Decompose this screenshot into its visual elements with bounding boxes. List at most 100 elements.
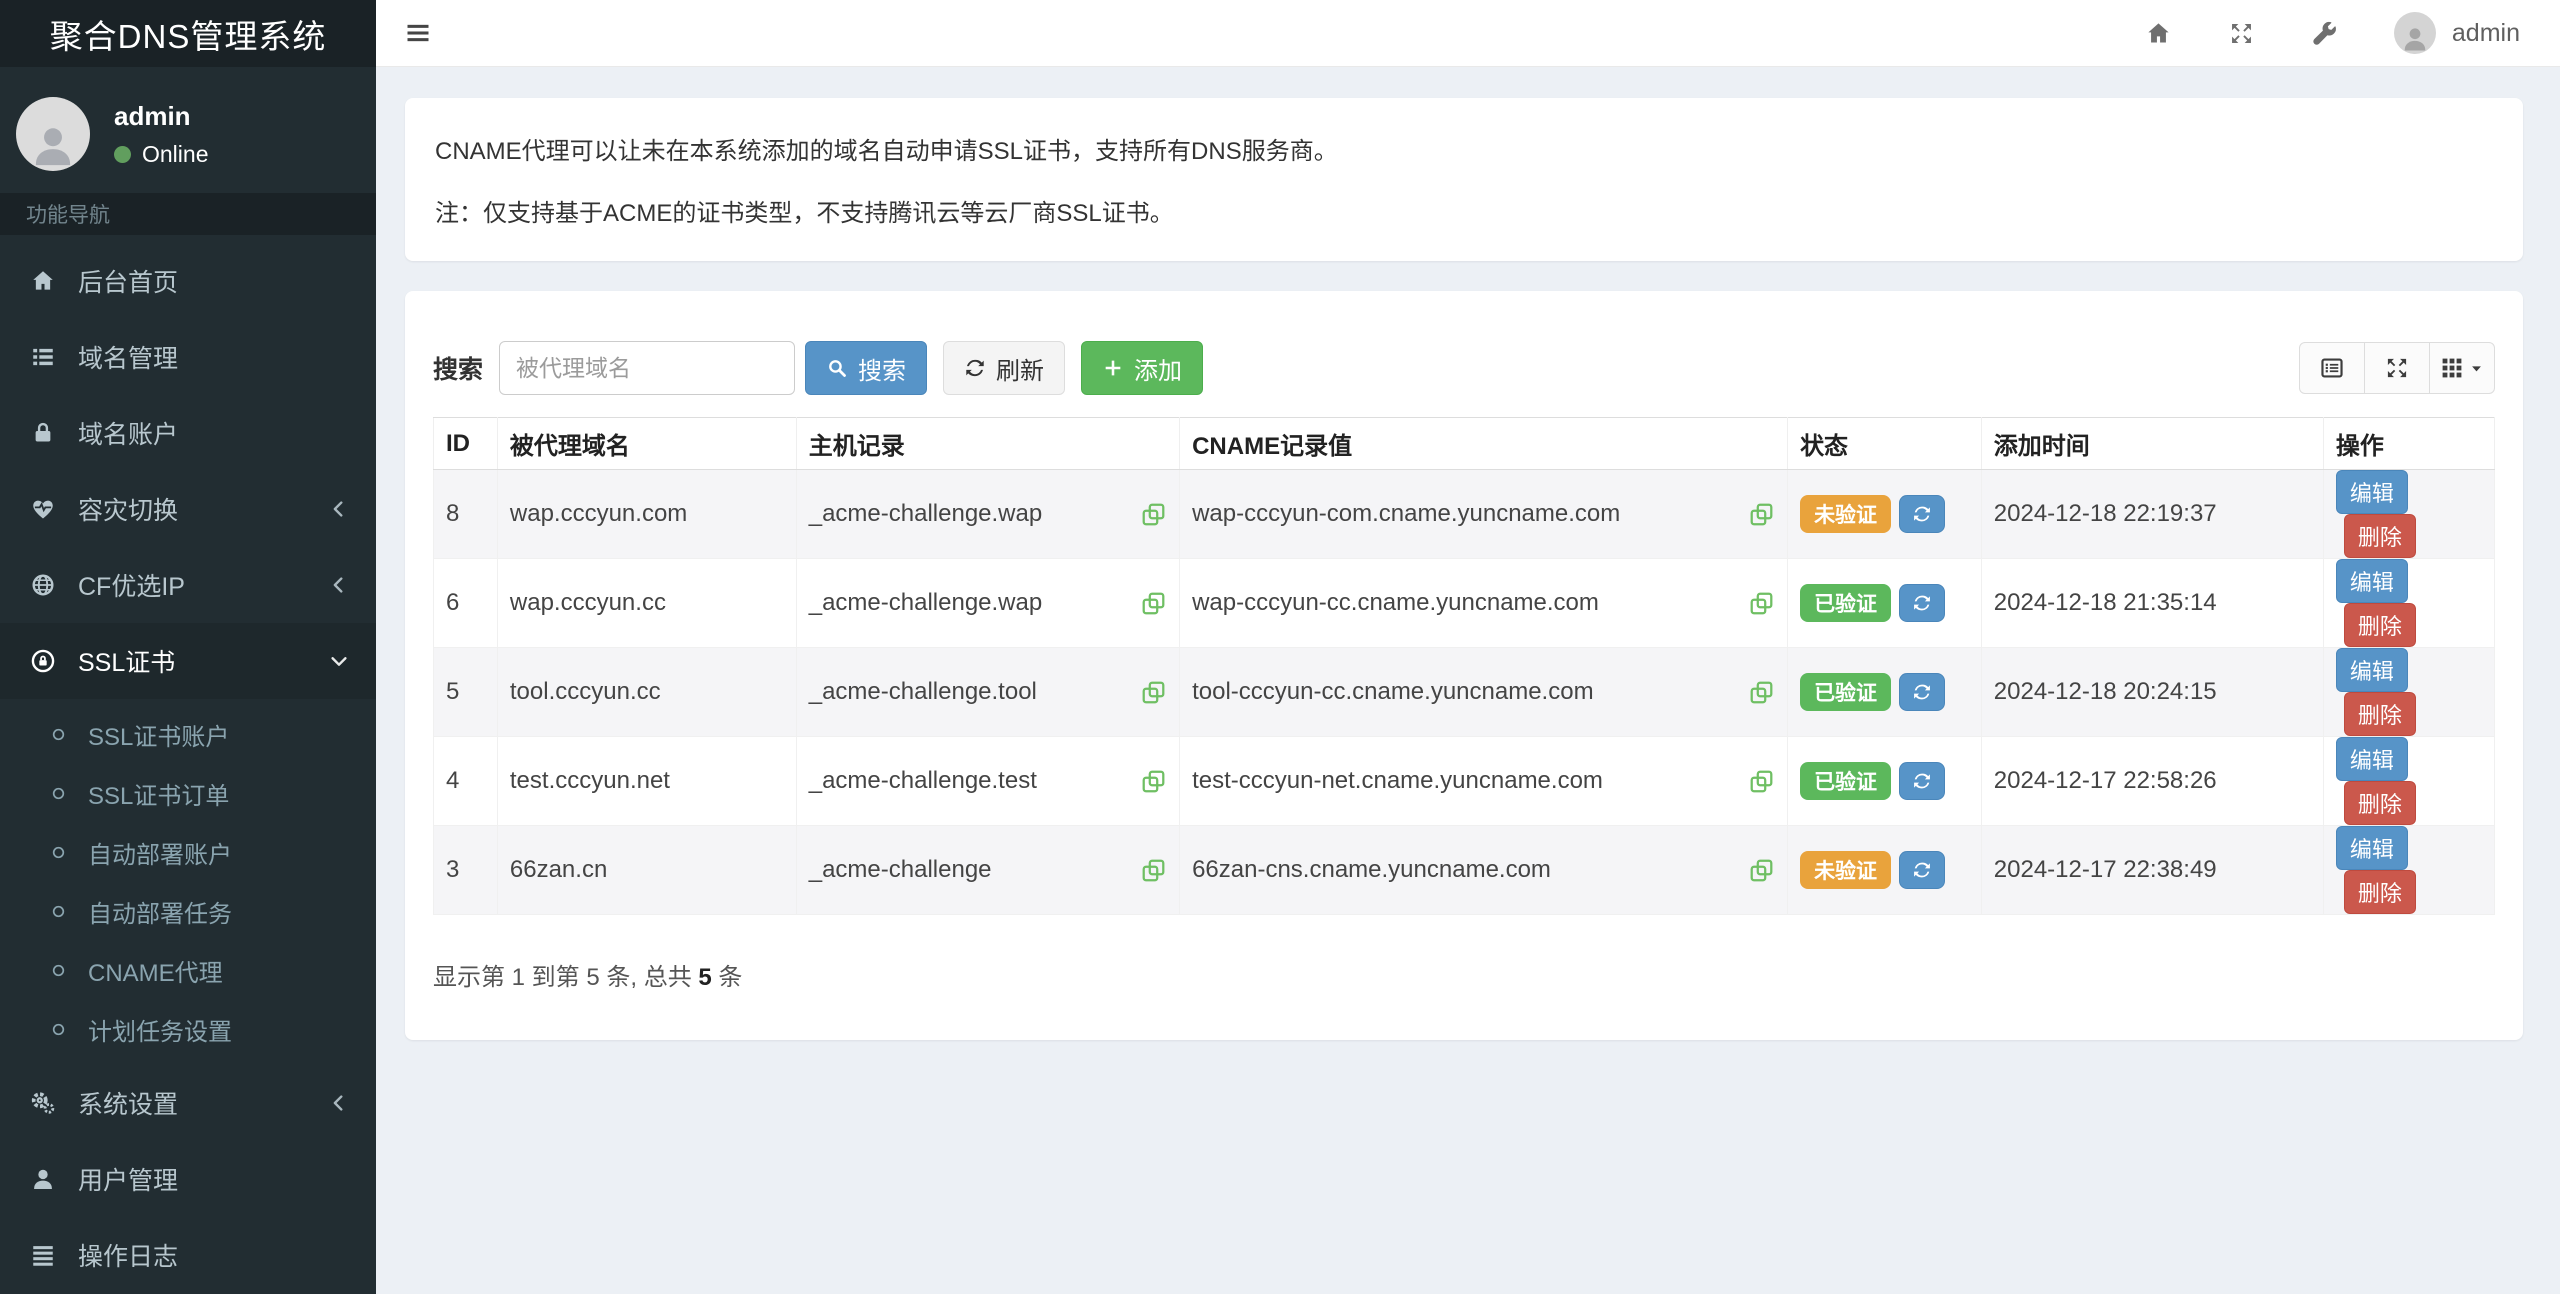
copy-button[interactable] xyxy=(1140,857,1167,884)
pagination-summary: 显示第 1 到第 5 条, 总共 5 条 xyxy=(433,957,2495,992)
sidebar-toggle-button[interactable] xyxy=(404,19,432,47)
avatar xyxy=(16,97,90,171)
search-button[interactable]: 搜索 xyxy=(805,341,928,395)
cell-domain: test.cccyun.net xyxy=(496,736,797,826)
add-button[interactable]: 添加 xyxy=(1081,341,1204,395)
copy-button[interactable] xyxy=(1140,679,1167,706)
list-icon xyxy=(26,344,60,370)
avatar xyxy=(2393,12,2436,54)
status-refresh-button[interactable] xyxy=(1899,851,1946,889)
copy-button[interactable] xyxy=(1140,768,1167,795)
cell-cname: wap-cccyun-cc.cname.yuncname.com xyxy=(1192,589,1599,616)
delete-button[interactable]: 删除 xyxy=(2343,514,2416,558)
sidebar-item-user-management[interactable]: 用户管理 xyxy=(0,1141,376,1217)
table-card: 搜索 搜索 刷新 添加 xyxy=(405,291,2523,1040)
copy-icon xyxy=(1748,501,1775,528)
refresh-icon xyxy=(1912,771,1932,791)
sidebar-item-ssl-accounts[interactable]: SSL证书账户 xyxy=(0,705,376,764)
cell-host: _acme-challenge.wap xyxy=(808,589,1043,616)
sidebar-item-domains[interactable]: 域名管理 xyxy=(0,319,376,395)
sidebar-menu: 后台首页 域名管理 域名账户 容灾切换 CF优选IP SSL证书 SSL证书账户… xyxy=(0,235,376,1293)
sidebar-item-dashboard[interactable]: 后台首页 xyxy=(0,243,376,319)
edit-button[interactable]: 编辑 xyxy=(2335,648,2408,692)
lock-icon xyxy=(26,420,60,446)
home-button[interactable] xyxy=(2145,20,2172,47)
copy-button[interactable] xyxy=(1140,590,1167,617)
table-toolbar: 搜索 搜索 刷新 添加 xyxy=(433,341,2495,395)
cell-id: 4 xyxy=(433,736,498,826)
copy-button[interactable] xyxy=(1748,768,1775,795)
fullscreen-button[interactable] xyxy=(2228,20,2255,47)
sidebar-item-deploy-accounts[interactable]: 自动部署账户 xyxy=(0,823,376,882)
topbar-username: admin xyxy=(2451,18,2520,47)
sidebar-item-label: 域名管理 xyxy=(78,345,179,373)
status-refresh-button[interactable] xyxy=(1899,495,1946,533)
copy-button[interactable] xyxy=(1748,501,1775,528)
sidebar-item-deploy-tasks[interactable]: 自动部署任务 xyxy=(0,882,376,941)
sidebar-item-cron-settings[interactable]: 计划任务设置 xyxy=(0,1000,376,1059)
table-fullscreen-button[interactable] xyxy=(2364,342,2430,394)
edit-button[interactable]: 编辑 xyxy=(2335,737,2408,781)
gears-icon xyxy=(26,1090,60,1116)
caret-down-icon xyxy=(2469,361,2484,376)
cell-domain: tool.cccyun.cc xyxy=(496,647,797,737)
edit-button[interactable]: 编辑 xyxy=(2335,826,2408,870)
sidebar-item-domain-accounts[interactable]: 域名账户 xyxy=(0,395,376,471)
user-icon xyxy=(26,1166,60,1192)
sidebar-item-failover[interactable]: 容灾切换 xyxy=(0,471,376,547)
cell-host: _acme-challenge.test xyxy=(808,767,1037,794)
detail-view-button[interactable] xyxy=(2299,342,2365,394)
delete-button[interactable]: 删除 xyxy=(2343,603,2416,647)
copy-button[interactable] xyxy=(1748,679,1775,706)
cell-domain: wap.cccyun.com xyxy=(496,469,797,559)
sidebar-section-header: 功能导航 xyxy=(0,193,376,235)
refresh-icon xyxy=(1912,682,1932,702)
delete-button[interactable]: 删除 xyxy=(2343,781,2416,825)
cell-time: 2024-12-18 21:35:14 xyxy=(1980,558,2324,648)
user-status-label: Online xyxy=(142,140,209,167)
sidebar-item-label: SSL证书账户 xyxy=(88,724,230,751)
sidebar-item-system-settings[interactable]: 系统设置 xyxy=(0,1065,376,1141)
copy-icon xyxy=(1748,768,1775,795)
sidebar-item-cf-ip[interactable]: CF优选IP xyxy=(0,547,376,623)
delete-button[interactable]: 删除 xyxy=(2343,692,2416,736)
search-input[interactable] xyxy=(499,341,796,395)
delete-button[interactable]: 删除 xyxy=(2343,870,2416,914)
sidebar-item-label: 容灾切换 xyxy=(78,497,179,525)
sidebar-item-ssl[interactable]: SSL证书 xyxy=(0,623,376,699)
copy-button[interactable] xyxy=(1748,590,1775,617)
info-line-1: CNAME代理可以让未在本系统添加的域名自动申请SSL证书，支持所有DNS服务商… xyxy=(435,138,1338,165)
cell-cname: 66zan-cns.cname.yuncname.com xyxy=(1192,856,1551,883)
columns-button[interactable] xyxy=(2429,342,2495,394)
sidebar-item-operation-logs[interactable]: 操作日志 xyxy=(0,1217,376,1293)
sidebar-item-label: 自动部署任务 xyxy=(88,901,232,928)
copy-icon xyxy=(1748,857,1775,884)
user-panel: admin Online xyxy=(0,67,376,193)
circle-icon xyxy=(44,1021,72,1038)
status-refresh-button[interactable] xyxy=(1899,584,1946,622)
copy-button[interactable] xyxy=(1748,857,1775,884)
app-logo[interactable]: 聚合DNS管理系统 xyxy=(0,0,376,67)
column-header-id: ID xyxy=(433,417,498,470)
table-view-group xyxy=(2299,342,2495,394)
status-refresh-button[interactable] xyxy=(1899,673,1946,711)
plus-icon xyxy=(1102,357,1124,379)
refresh-button[interactable]: 刷新 xyxy=(943,341,1066,395)
copy-icon xyxy=(1748,679,1775,706)
column-header-cname: CNAME记录值 xyxy=(1179,417,1789,470)
tools-button[interactable] xyxy=(2311,20,2338,47)
sidebar-item-cname-proxy[interactable]: CNAME代理 xyxy=(0,941,376,1000)
status-refresh-button[interactable] xyxy=(1899,762,1946,800)
sidebar-item-ssl-orders[interactable]: SSL证书订单 xyxy=(0,764,376,823)
cell-time: 2024-12-18 20:24:15 xyxy=(1980,647,2324,737)
cell-id: 8 xyxy=(433,469,498,559)
cell-cname: test-cccyun-net.cname.yuncname.com xyxy=(1192,767,1603,794)
user-menu[interactable]: admin xyxy=(2393,12,2520,54)
copy-button[interactable] xyxy=(1140,501,1167,528)
table-row: 3 66zan.cn _acme-challenge 66zan-cns.cna… xyxy=(433,825,2496,915)
wrench-icon xyxy=(2311,20,2338,47)
edit-button[interactable]: 编辑 xyxy=(2335,470,2408,514)
main-area: admin CNAME代理可以让未在本系统添加的域名自动申请SSL证书，支持所有… xyxy=(376,0,2560,1294)
edit-button[interactable]: 编辑 xyxy=(2335,559,2408,603)
table-header-row: ID 被代理域名 主机记录 CNAME记录值 状态 添加时间 操作 xyxy=(433,417,2496,470)
